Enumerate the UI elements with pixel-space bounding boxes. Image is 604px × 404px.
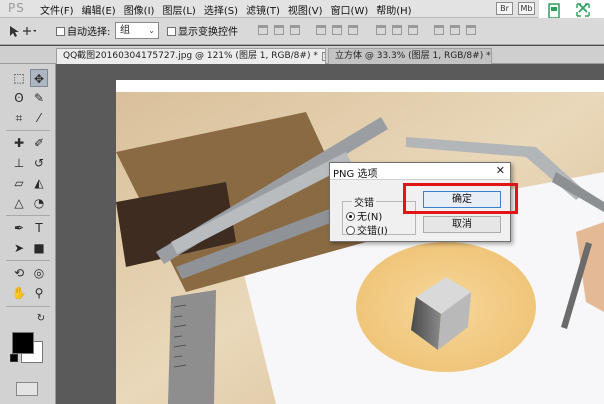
interlace-group-label: 交错 [352, 194, 376, 209]
type-tool-icon[interactable]: T [30, 219, 48, 237]
show-transform-check[interactable] [167, 27, 176, 36]
toolbox-divider [6, 130, 50, 131]
menu-layer[interactable]: 图层(L) [162, 2, 195, 17]
distribute-left-icon[interactable] [434, 25, 444, 35]
blur-tool-icon[interactable]: △ [10, 194, 28, 212]
menu-image[interactable]: 图像(I) [124, 2, 155, 17]
tab-label: QQ截图20160304175727.jpg @ 121% (图层 1, RGB… [63, 51, 318, 61]
foreground-color-swatch[interactable] [12, 332, 34, 354]
pen-tool-icon[interactable]: ✒ [10, 219, 28, 237]
radio-interlaced-button[interactable] [346, 226, 355, 235]
default-colors-icon[interactable] [10, 354, 18, 362]
tab-label: 立方体 @ 33.3% (图层 1, RGB/8#) * [335, 51, 491, 61]
paint-bucket-tool-icon[interactable]: ◭ [30, 174, 48, 192]
photoshop-window: PS 文件(F) 编辑(E) 图像(I) 图层(L) 选择(S) 滤镜(T) 视… [0, 0, 604, 404]
quick-mask-icon[interactable] [16, 382, 38, 396]
3d-orbit-tool-icon[interactable]: ◎ [30, 264, 48, 282]
distribute-right-icon[interactable] [466, 25, 476, 35]
cancel-button[interactable]: 取消 [423, 216, 501, 233]
radio-interlaced-label: 交错(I) [357, 226, 388, 237]
auto-select-checkbox[interactable]: 自动选择: [56, 23, 110, 38]
radio-interlaced[interactable]: 交错(I) [346, 222, 388, 237]
show-transform-checkbox[interactable]: 显示变换控件 [167, 23, 238, 38]
distribute-bottom-icon[interactable] [408, 25, 418, 35]
menu-view[interactable]: 视图(V) [288, 2, 323, 17]
photo-stationery-image [116, 92, 604, 404]
menu-edit[interactable]: 编辑(E) [82, 2, 116, 17]
radio-none[interactable]: 无(N) [346, 208, 382, 223]
3d-rotate-tool-icon[interactable]: ⟲ [10, 264, 28, 282]
annotation-highlight [403, 183, 518, 214]
align-left-icon[interactable] [316, 25, 326, 35]
clone-stamp-tool-icon[interactable]: ⊥ [10, 154, 28, 172]
align-top-icon[interactable] [258, 25, 268, 35]
zoom-tool-icon[interactable]: ⚲ [30, 284, 48, 302]
align-hcenter-icon[interactable] [332, 25, 342, 35]
toolbox-divider [6, 215, 50, 216]
eraser-tool-icon[interactable]: ▱ [10, 174, 28, 192]
options-bar: 自动选择: 组 ⌄ 显示变换控件 [0, 18, 604, 45]
dialog-titlebar: PNG 选项 ✕ [330, 163, 510, 180]
bridge-button[interactable]: Br [496, 2, 513, 15]
dodge-tool-icon[interactable]: ◔ [30, 194, 48, 212]
align-bottom-icon[interactable] [290, 25, 300, 35]
distribute-hcenter-icon[interactable] [450, 25, 460, 35]
minibridge-button[interactable]: Mb [518, 2, 535, 15]
toolbox-divider [6, 306, 50, 307]
menu-items: 文件(F) 编辑(E) 图像(I) 图层(L) 选择(S) 滤镜(T) 视图(V… [40, 2, 420, 17]
close-icon[interactable]: ✕ [496, 164, 505, 177]
auto-select-dropdown[interactable]: 组 ⌄ [115, 22, 159, 39]
menu-select[interactable]: 选择(S) [204, 2, 238, 17]
tools-panel: ⬚ ✥ ʘ ✎ ⌗ ⁄ ✚ ✐ ⊥ ↺ ▱ ◭ △ ◔ ✒ T ➤ ■ ⟲ ◎ … [0, 64, 56, 404]
healing-brush-tool-icon[interactable]: ✚ [10, 134, 28, 152]
marquee-tool-icon[interactable]: ⬚ [10, 69, 28, 87]
distribute-vcenter-icon[interactable] [392, 25, 402, 35]
rectangle-tool-icon[interactable]: ■ [30, 239, 48, 257]
tab-document-1[interactable]: QQ截图20160304175727.jpg @ 121% (图层 1, RGB… [56, 48, 326, 64]
lasso-tool-icon[interactable]: ʘ [10, 89, 28, 107]
move-tool-icon[interactable] [8, 24, 36, 38]
auto-select-label: 自动选择: [67, 27, 111, 38]
menu-bar: PS 文件(F) 编辑(E) 图像(I) 图层(L) 选择(S) 滤镜(T) 视… [0, 0, 604, 24]
auto-select-check[interactable] [56, 27, 65, 36]
path-select-tool-icon[interactable]: ➤ [10, 239, 28, 257]
menu-help[interactable]: 帮助(H) [376, 2, 411, 17]
history-brush-tool-icon[interactable]: ↺ [30, 154, 48, 172]
hand-tool-icon[interactable]: ✋ [10, 284, 28, 302]
dialog-title: PNG 选项 [333, 169, 378, 180]
tab-document-2[interactable]: 立方体 @ 33.3% (图层 1, RGB/8#) *× [328, 48, 492, 64]
toolbox-divider [6, 260, 50, 261]
move-tool-icon[interactable]: ✥ [30, 69, 48, 87]
ps-logo: PS [8, 1, 25, 15]
align-right-icon[interactable] [348, 25, 358, 35]
radio-none-button[interactable] [346, 212, 355, 221]
show-transform-label: 显示变换控件 [178, 27, 238, 38]
eyedropper-tool-icon[interactable]: ⁄ [30, 109, 48, 127]
align-vcenter-icon[interactable] [274, 25, 284, 35]
swap-colors-icon[interactable]: ↻ [34, 312, 48, 326]
distribute-top-icon[interactable] [376, 25, 386, 35]
menu-file[interactable]: 文件(F) [40, 2, 74, 17]
document-tabs: QQ截图20160304175727.jpg @ 121% (图层 1, RGB… [0, 46, 604, 64]
menu-filter[interactable]: 滤镜(T) [246, 2, 280, 17]
auto-select-value: 组 [120, 25, 130, 36]
menu-window[interactable]: 窗口(W) [331, 2, 369, 17]
quick-select-tool-icon[interactable]: ✎ [30, 89, 48, 107]
crop-tool-icon[interactable]: ⌗ [10, 109, 28, 127]
brush-tool-icon[interactable]: ✐ [30, 134, 48, 152]
chevron-down-icon: ⌄ [148, 26, 155, 35]
canvas-margin [116, 80, 604, 92]
close-icon[interactable]: × [321, 52, 325, 61]
document-canvas[interactable] [116, 92, 604, 404]
